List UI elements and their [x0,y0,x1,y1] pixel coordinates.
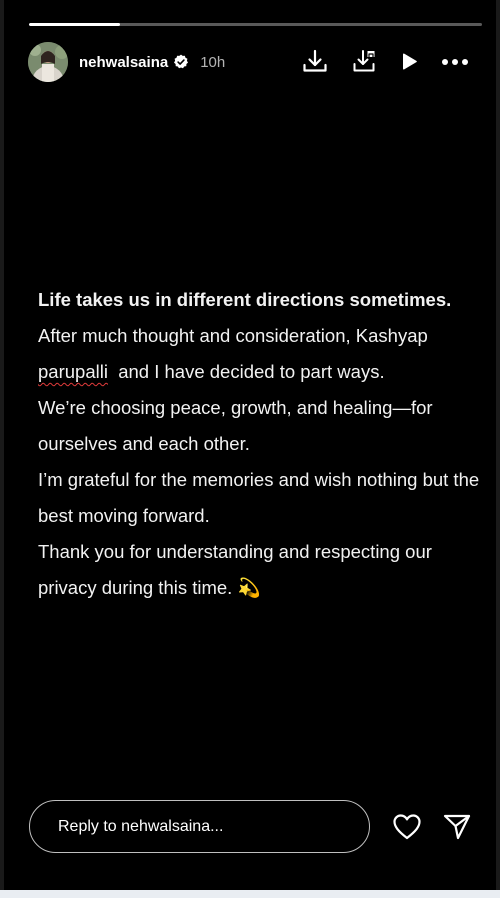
story-progress-fill [29,23,120,26]
verified-badge-icon [173,54,189,70]
story-text-line: After much thought and consideration, Ka… [38,318,488,390]
heart-icon[interactable] [390,810,424,844]
misspelled-word: parupalli [38,361,108,382]
bottom-strip [0,890,500,898]
story-actions [298,42,472,82]
play-icon[interactable] [392,45,426,79]
story-text-segment: After much thought and consideration, Ka… [38,325,428,346]
reply-box[interactable] [29,800,370,853]
username[interactable]: nehwalsaina [79,54,168,71]
story-viewer[interactable]: nehwalsaina 10h Life takes us in differe… [4,0,496,890]
more-options-icon[interactable] [438,45,472,79]
send-icon[interactable] [440,810,474,844]
story-text-line: Life takes us in different directions so… [38,289,452,310]
save-to-device-icon[interactable] [348,45,382,79]
reply-input[interactable] [56,816,360,837]
story-text-segment: and I have decided to part ways. [107,361,385,382]
story-progress-bar [29,23,482,26]
avatar[interactable] [28,42,68,82]
story-text-line: We’re choosing peace, growth, and healin… [38,397,433,454]
story-text-line: I’m grateful for the memories and wish n… [38,469,480,526]
story-header: nehwalsaina 10h [28,42,472,82]
story-timestamp: 10h [200,53,226,71]
download-icon[interactable] [298,45,332,79]
story-text-line: Thank you for understanding and respecti… [38,541,432,598]
story-text: Life takes us in different directions so… [38,282,488,606]
